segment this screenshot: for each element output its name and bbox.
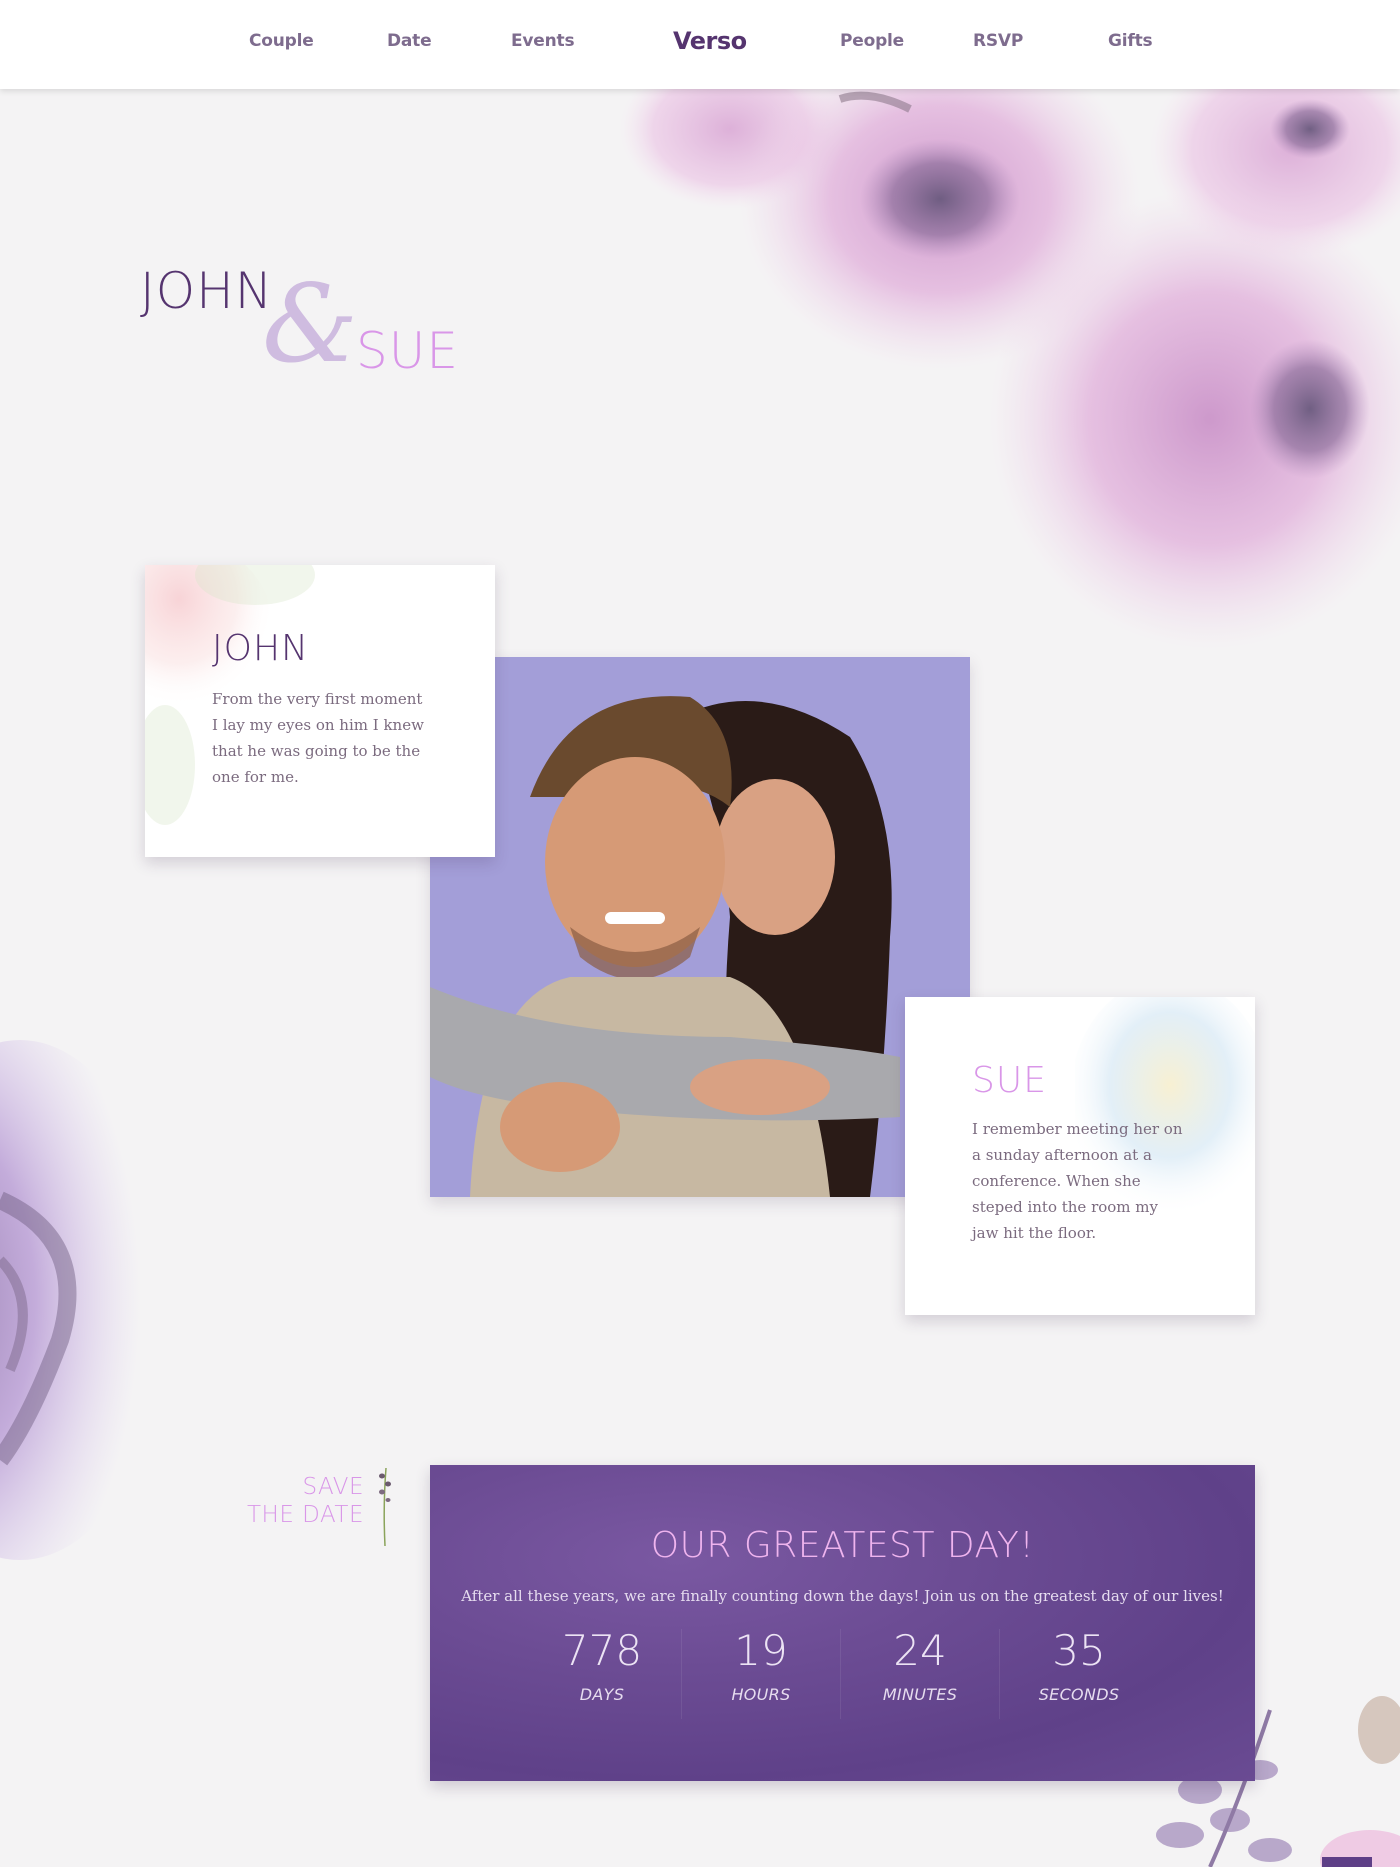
countdown-title: OUR GREATEST DAY! bbox=[650, 1525, 1035, 1566]
nav-link-couple[interactable]: Couple bbox=[249, 31, 314, 51]
john-card: JOHN From the very first moment I lay my… bbox=[145, 565, 495, 857]
scroll-to-top-icon[interactable] bbox=[1322, 1857, 1372, 1867]
nav-link-rsvp[interactable]: RSVP bbox=[973, 31, 1023, 51]
sprig-icon bbox=[379, 1467, 391, 1546]
nav-link-people[interactable]: People bbox=[840, 31, 904, 51]
top-navigation: Couple Date Events Verso People RSVP Gif… bbox=[0, 0, 1400, 89]
hero-bride-name: SUE bbox=[356, 322, 459, 380]
countdown-panel: OUR GREATEST DAY! After all these years,… bbox=[430, 1465, 1255, 1781]
countdown-hours: 19 HOURS bbox=[682, 1623, 840, 1713]
couple-photo bbox=[430, 657, 970, 1197]
hero-groom-name: JOHN bbox=[140, 262, 274, 320]
countdown-seconds-value: 35 bbox=[1052, 1626, 1106, 1675]
countdown-days-value: 778 bbox=[561, 1626, 643, 1675]
sue-card-text: I remember meeting her on a sunday after… bbox=[972, 1120, 1183, 1242]
sue-card: SUE I remember meeting her on a sunday a… bbox=[905, 997, 1255, 1315]
countdown-minutes-label: MINUTES bbox=[882, 1685, 958, 1704]
john-card-text: From the very first moment I lay my eyes… bbox=[212, 690, 424, 786]
save-the-date-line1: SAVE bbox=[302, 1474, 364, 1500]
countdown-days: 778 DAYS bbox=[523, 1623, 681, 1713]
flower-decoration-icon bbox=[610, 89, 1400, 659]
countdown-seconds-label: SECONDS bbox=[1038, 1685, 1120, 1704]
countdown-seconds: 35 SECONDS bbox=[1000, 1623, 1158, 1713]
nav-link-events[interactable]: Events bbox=[511, 31, 575, 51]
countdown-minutes: 24 MINUTES bbox=[841, 1623, 999, 1713]
brand-logo[interactable]: Verso bbox=[673, 27, 747, 55]
hero-ampersand: & bbox=[262, 262, 359, 387]
countdown-days-label: DAYS bbox=[579, 1685, 625, 1704]
countdown-hours-label: HOURS bbox=[731, 1685, 791, 1704]
countdown-hours-value: 19 bbox=[734, 1626, 788, 1675]
nav-link-gifts[interactable]: Gifts bbox=[1108, 31, 1153, 51]
john-card-name: JOHN bbox=[212, 628, 309, 669]
nav-link-date[interactable]: Date bbox=[387, 31, 432, 51]
countdown-lead: After all these years, we are finally co… bbox=[461, 1587, 1224, 1605]
countdown-minutes-value: 24 bbox=[893, 1626, 947, 1675]
save-the-date-line2: THE DATE bbox=[246, 1502, 364, 1528]
flower-decoration-icon bbox=[0, 1040, 170, 1570]
save-the-date-label: SAVE THE DATE bbox=[230, 1473, 364, 1529]
sue-card-name: SUE bbox=[972, 1060, 1047, 1101]
